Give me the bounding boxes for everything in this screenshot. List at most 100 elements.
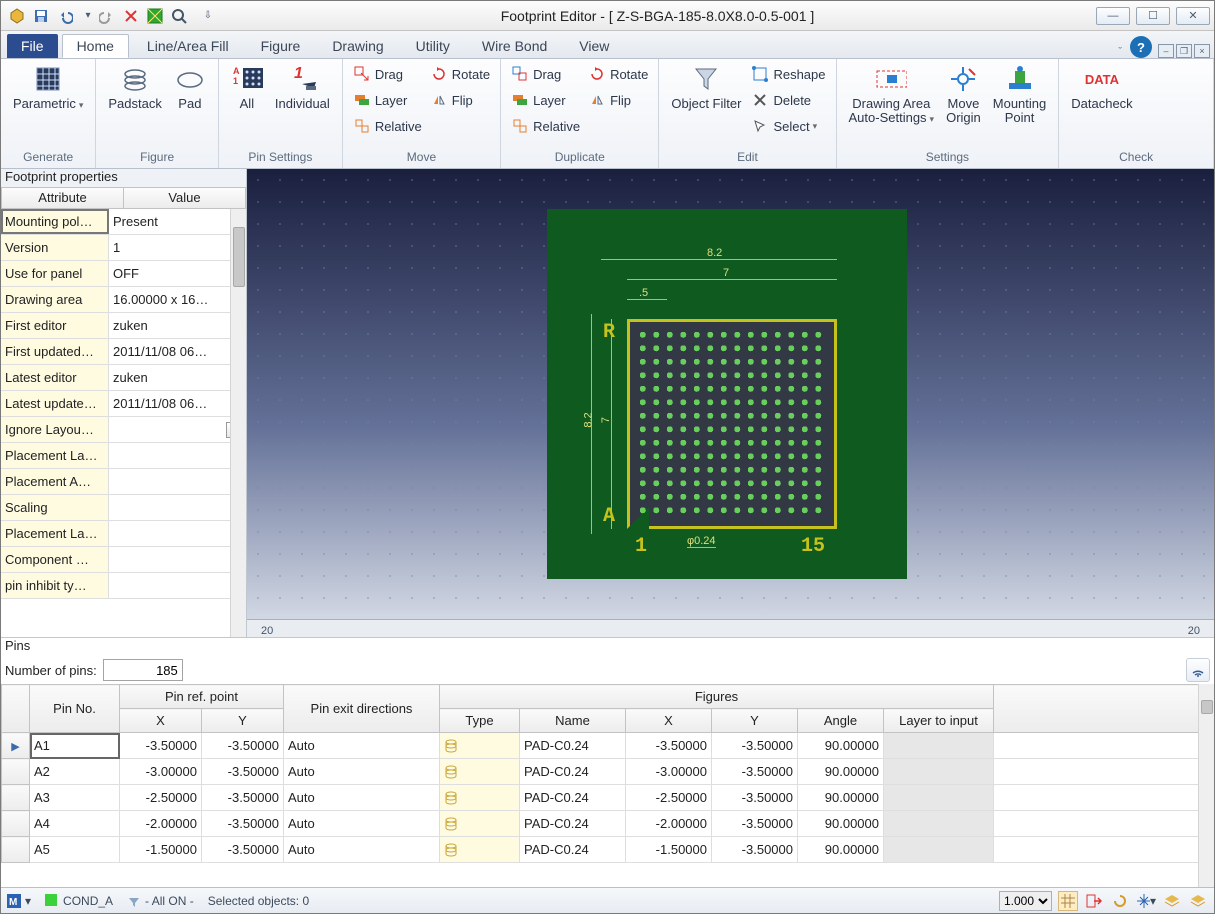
zoom-select[interactable]: 1.000 [999, 891, 1052, 911]
pins-grid[interactable]: Pin No. Pin ref. point Pin exit directio… [1, 684, 1214, 887]
pins-scrollbar[interactable] [1198, 684, 1214, 887]
svg-text:1: 1 [294, 65, 303, 82]
dup-layer[interactable]: Layer [511, 89, 580, 111]
parametric-button[interactable]: Parametric [7, 61, 89, 114]
status-layer[interactable]: COND_A [45, 894, 113, 908]
object-filter-button[interactable]: Object Filter [665, 61, 747, 113]
tab-home[interactable]: Home [62, 34, 129, 58]
wireless-icon[interactable] [1186, 658, 1210, 682]
pin-count-input[interactable] [103, 659, 183, 681]
tab-utility[interactable]: Utility [402, 34, 464, 58]
pin-count-label: Number of pins: [5, 663, 97, 678]
status-visibility[interactable]: - All ON - [127, 894, 194, 908]
move-drag[interactable]: Drag [353, 63, 422, 85]
dup-drag[interactable]: Drag [511, 63, 580, 85]
move-rotate[interactable]: Rotate [430, 63, 490, 85]
mdi-restore[interactable]: ❐ [1176, 44, 1192, 58]
pin-individual-button[interactable]: 1 Individual [269, 61, 336, 113]
mounting-point-button[interactable]: MountingPoint [987, 61, 1052, 127]
edit-select[interactable]: Select [751, 115, 825, 137]
cancel-icon[interactable] [120, 5, 142, 27]
minimize-button[interactable]: — [1096, 7, 1130, 25]
dup-rotate[interactable]: Rotate [588, 63, 648, 85]
app-icon [6, 5, 28, 27]
dup-relative[interactable]: Relative [511, 115, 580, 137]
layer-stack-icon-1[interactable] [1162, 891, 1182, 911]
edit-delete[interactable]: Delete [751, 89, 825, 111]
layer-stack-icon-2[interactable] [1188, 891, 1208, 911]
prop-row[interactable]: pin inhibit ty… [1, 573, 246, 599]
pin-row[interactable]: A3-2.50000-3.50000AutoPAD-C0.24-2.50000-… [2, 785, 1214, 811]
tab-line-area[interactable]: Line/Area Fill [133, 34, 243, 58]
prop-row[interactable]: Latest editorzuken [1, 365, 246, 391]
area-icon[interactable] [144, 5, 166, 27]
exit-icon[interactable] [1084, 891, 1104, 911]
col-exit[interactable]: Pin exit directions [284, 685, 440, 733]
ruler-horizontal: 20 20 [247, 619, 1214, 637]
prop-row[interactable]: Placement La… [1, 521, 246, 547]
move-origin-button[interactable]: MoveOrigin [940, 61, 987, 127]
target-icon[interactable]: ▾ [1136, 891, 1156, 911]
prop-row[interactable]: Placement La… [1, 443, 246, 469]
help-icon[interactable]: ? [1130, 36, 1152, 58]
tab-file[interactable]: File [7, 34, 58, 58]
pin-row[interactable]: A5-1.50000-3.50000AutoPAD-C0.24-1.50000-… [2, 837, 1214, 863]
prop-row[interactable]: Mounting pol…Present [1, 209, 246, 235]
mdi-minimize[interactable]: – [1158, 44, 1174, 58]
prop-row[interactable]: Drawing area16.00000 x 16… [1, 287, 246, 313]
group-settings-label: Settings [843, 150, 1053, 168]
pad-button[interactable]: Pad [168, 61, 212, 113]
save-icon[interactable] [30, 5, 52, 27]
drawing-canvas[interactable]: 8.2 7 .5 8.2 7 R A 1 15 [247, 169, 1214, 637]
pin-row[interactable]: A4-2.00000-3.50000AutoPAD-C0.24-2.00000-… [2, 811, 1214, 837]
ribbon-collapse-icon[interactable]: ˇ [1118, 46, 1122, 58]
pin-all-button[interactable]: A1 All [225, 61, 269, 113]
undo-icon[interactable] [54, 5, 76, 27]
group-move-label: Move [349, 150, 494, 168]
grid-icon[interactable] [1058, 891, 1078, 911]
close-button[interactable]: ✕ [1176, 7, 1210, 25]
prop-row[interactable]: Use for panelOFF [1, 261, 246, 287]
rotate-small-icon[interactable] [1110, 891, 1130, 911]
prop-row[interactable]: Placement A… [1, 469, 246, 495]
prop-row[interactable]: Ignore Layou… [1, 417, 246, 443]
edit-reshape[interactable]: Reshape [751, 63, 825, 85]
redo-icon[interactable] [96, 5, 118, 27]
tab-wirebond[interactable]: Wire Bond [468, 34, 561, 58]
prop-row[interactable]: Version1 [1, 235, 246, 261]
pin-row[interactable]: A2-3.00000-3.50000AutoPAD-C0.24-3.00000-… [2, 759, 1214, 785]
datacheck-button[interactable]: DATA Datacheck [1065, 61, 1138, 113]
svg-text:1: 1 [233, 76, 238, 86]
col-pinno[interactable]: Pin No. [30, 685, 120, 733]
prop-row[interactable]: Scaling [1, 495, 246, 521]
col-pinref[interactable]: Pin ref. point [120, 685, 284, 709]
maximize-button[interactable]: ☐ [1136, 7, 1170, 25]
title-bar: ▾ ⇩ Footprint Editor - [ Z-S-BGA-185-8.0… [1, 1, 1214, 31]
move-flip[interactable]: Flip [430, 89, 490, 111]
footprint-chip: 8.2 7 .5 8.2 7 R A 1 15 [547, 209, 907, 579]
prop-row[interactable]: Latest update…2011/11/08 06… [1, 391, 246, 417]
mdi-controls: – ❐ × [1158, 44, 1210, 58]
col-figures[interactable]: Figures [440, 685, 994, 709]
padstack-button[interactable]: Padstack [102, 61, 167, 113]
dup-flip[interactable]: Flip [588, 89, 648, 111]
prop-row[interactable]: First updated…2011/11/08 06… [1, 339, 246, 365]
move-relative[interactable]: Relative [353, 115, 422, 137]
mdi-close[interactable]: × [1194, 44, 1210, 58]
tab-view[interactable]: View [565, 34, 623, 58]
bga-package [627, 319, 837, 529]
prop-row[interactable]: Component … [1, 547, 246, 573]
tab-drawing[interactable]: Drawing [318, 34, 397, 58]
scrollbar[interactable] [230, 209, 246, 637]
properties-list[interactable]: Mounting pol…PresentVersion1Use for pane… [1, 209, 246, 637]
undo-dropdown[interactable]: ▾ [81, 5, 95, 27]
move-layer[interactable]: Layer [353, 89, 422, 111]
status-mlayer[interactable]: M▾ [7, 894, 31, 908]
zoom-icon[interactable] [168, 5, 190, 27]
pin-row[interactable]: ▶A1-3.50000-3.50000AutoPAD-C0.24-3.50000… [2, 733, 1214, 759]
prop-row[interactable]: First editorzuken [1, 313, 246, 339]
qat-more[interactable]: ⇩ [201, 5, 215, 27]
tab-figure[interactable]: Figure [247, 34, 315, 58]
quick-access-toolbar: ▾ ⇩ [1, 5, 219, 27]
drawing-area-button[interactable]: Drawing AreaAuto-Settings [843, 61, 941, 128]
